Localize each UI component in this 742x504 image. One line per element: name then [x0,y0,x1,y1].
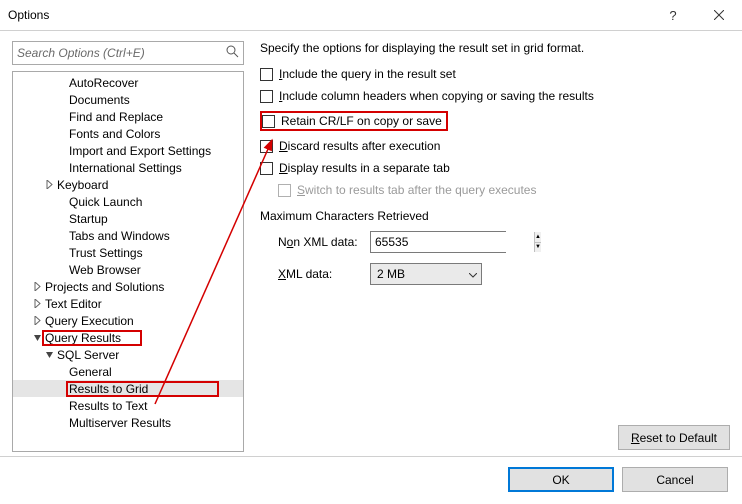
check-switch-to-results-tab: Switch to results tab after the query ex… [278,183,730,197]
tree-node[interactable]: Query Execution [13,312,243,329]
tree-node-label: SQL Server [55,348,121,362]
check-include-query[interactable]: Include the query in the result set [260,67,730,81]
tree-caret-icon [31,333,43,342]
tree-node[interactable]: Web Browser [13,261,243,278]
check-discard-results[interactable]: Discard results after execution [260,139,730,153]
tree-node[interactable]: AutoRecover [13,74,243,91]
tree-node[interactable]: Keyboard [13,176,243,193]
tree-node[interactable]: Import and Export Settings [13,142,243,159]
check-separate-tab[interactable]: Display results in a separate tab [260,161,730,175]
panel-description: Specify the options for displaying the r… [260,41,730,55]
tree-node-label: General [67,365,114,379]
check-include-headers[interactable]: Include column headers when copying or s… [260,89,730,103]
close-button[interactable] [696,0,742,30]
search-input-wrapper [12,41,244,65]
tree-node[interactable]: Find and Replace [13,108,243,125]
field-label: Non XML data: [278,235,360,249]
checkbox-icon [260,68,273,81]
check-label: Switch to results tab after the query ex… [297,183,536,197]
reset-to-default-button[interactable]: Reset to Default [618,425,730,450]
tree-node-label: Import and Export Settings [67,144,213,158]
check-retain-crlf[interactable]: Retain CR/LF on copy or save [260,111,448,131]
tree-node[interactable]: Trust Settings [13,244,243,261]
checkbox-icon [260,90,273,103]
tree-node-label: Multiserver Results [67,416,173,430]
field-label: XML data: [278,267,360,281]
tree-node-label: AutoRecover [67,76,140,90]
tree-caret-icon [43,350,55,359]
check-label: Discard results after execution [279,139,440,153]
tree-node[interactable]: Query Results [13,329,243,346]
ok-button[interactable]: OK [508,467,614,492]
tree-node-label: Quick Launch [67,195,144,209]
check-label: Include column headers when copying or s… [279,89,594,103]
window-controls: ? [650,0,742,30]
checkbox-icon [260,162,273,175]
tree-node-label: Web Browser [67,263,143,277]
window-title: Options [8,8,49,22]
tree-node[interactable]: Results to Grid [13,380,243,397]
chevron-down-icon [469,267,477,281]
help-button[interactable]: ? [650,0,696,30]
tree-node-label: Tabs and Windows [67,229,172,243]
tree-node[interactable]: Fonts and Colors [13,125,243,142]
options-tree[interactable]: AutoRecover Documents Find and Replace Font… [12,71,244,452]
field-xml-data: XML data: 2 MB [278,263,730,285]
tree-node[interactable]: Text Editor [13,295,243,312]
check-label: Include the query in the result set [279,67,456,81]
tree-node[interactable]: Multiserver Results [13,414,243,431]
field-non-xml-data: Non XML data: ▲ ▼ [278,231,730,253]
check-label: Retain CR/LF on copy or save [281,114,442,128]
tree-node-label: Keyboard [55,178,110,192]
settings-panel: Specify the options for displaying the r… [260,41,730,452]
xml-combo[interactable]: 2 MB [370,263,482,285]
tree-node-label: Trust Settings [67,246,145,260]
tree-node-label: Fonts and Colors [67,127,162,141]
tree-node[interactable]: Tabs and Windows [13,227,243,244]
tree-node-label: Results to Text [67,399,149,413]
tree-node[interactable]: Quick Launch [13,193,243,210]
tree-node[interactable]: Documents [13,91,243,108]
tree-caret-icon [31,282,43,291]
tree-node-label: Text Editor [43,297,104,311]
dialog-footer: OK Cancel [0,456,742,504]
tree-node-label: Query Execution [43,314,136,328]
combo-value: 2 MB [377,267,405,281]
checkbox-icon [278,184,291,197]
title-bar: Options ? [0,0,742,31]
tree-caret-icon [43,180,55,189]
tree-node-label: Documents [67,93,132,107]
check-label: Display results in a separate tab [279,161,450,175]
tree-node-label: International Settings [67,161,184,175]
tree-node[interactable]: Startup [13,210,243,227]
tree-node-label: Query Results [43,331,141,345]
spinner-down-icon[interactable]: ▼ [535,242,541,253]
search-icon [226,45,239,61]
options-dialog: Options ? AutoRecover Documents Find and R… [0,0,742,504]
tree-caret-icon [31,316,43,325]
group-max-chars: Maximum Characters Retrieved [260,209,730,223]
tree-node-label: Find and Replace [67,110,165,124]
tree-node[interactable]: Projects and Solutions [13,278,243,295]
left-column: AutoRecover Documents Find and Replace Font… [12,41,244,452]
cancel-button[interactable]: Cancel [622,467,728,492]
tree-caret-icon [31,299,43,308]
non-xml-spinner[interactable]: ▲ ▼ [370,231,506,253]
tree-node[interactable]: Results to Text [13,397,243,414]
tree-node-label: Projects and Solutions [43,280,166,294]
non-xml-input[interactable] [371,232,534,252]
tree-node[interactable]: General [13,363,243,380]
search-input[interactable] [13,44,243,62]
tree-node-label: Startup [67,212,110,226]
checkbox-icon [260,140,273,153]
tree-node[interactable]: SQL Server [13,346,243,363]
tree-node-label: Results to Grid [67,382,218,396]
checkbox-icon [262,115,275,128]
spinner-up-icon[interactable]: ▲ [535,232,541,242]
dialog-body: AutoRecover Documents Find and Replace Font… [0,31,742,452]
tree-node[interactable]: International Settings [13,159,243,176]
